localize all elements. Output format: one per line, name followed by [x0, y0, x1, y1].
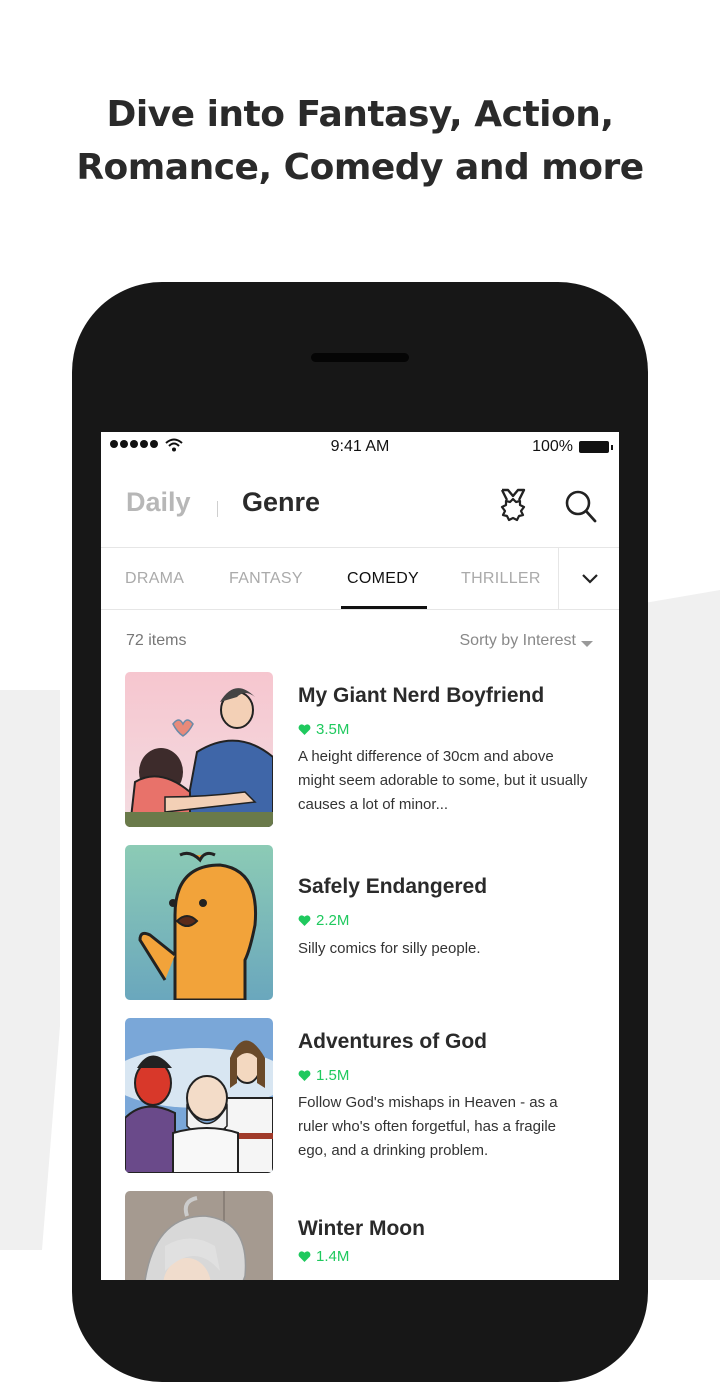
tab-genre[interactable]: Genre — [242, 487, 320, 518]
medal-icon[interactable] — [495, 486, 531, 526]
sort-dropdown[interactable]: Sorty by Interest — [460, 632, 577, 650]
list-item[interactable]: Adventures of God 1.5M Follow God's mish… — [101, 1018, 619, 1191]
tab-fantasy[interactable]: FANTASY — [229, 570, 303, 588]
item-likes: 1.4M — [298, 1248, 349, 1265]
thumbnail-my-giant-nerd-boyfriend — [125, 672, 273, 827]
item-likes: 1.5M — [298, 1067, 349, 1084]
likes-count: 1.4M — [316, 1248, 350, 1265]
likes-count: 1.5M — [316, 1067, 350, 1084]
headline-line-2: Romance, Comedy and more — [76, 147, 644, 188]
battery-icon — [579, 441, 613, 453]
phone-screen: 9:41 AM 100% Daily Genre DRAMA FANTASY C… — [101, 432, 619, 1280]
active-tab-indicator — [341, 606, 427, 609]
tab-thriller[interactable]: THRILLER — [461, 570, 541, 588]
promo-headline: Dive into Fantasy, Action, Romance, Come… — [0, 88, 720, 194]
tab-daily[interactable]: Daily — [126, 487, 191, 518]
item-title[interactable]: My Giant Nerd Boyfriend — [298, 684, 544, 708]
chevron-down-icon — [581, 573, 598, 584]
search-icon[interactable] — [562, 486, 600, 526]
tab-comedy[interactable]: COMEDY — [347, 570, 419, 588]
likes-count: 2.2M — [316, 912, 350, 929]
heart-icon — [298, 723, 311, 735]
caret-down-icon[interactable] — [581, 641, 593, 647]
list-item[interactable]: Safely Endangered 2.2M Silly comics for … — [101, 845, 619, 1018]
item-likes: 2.2M — [298, 912, 349, 929]
item-title[interactable]: Safely Endangered — [298, 875, 487, 899]
item-count: 72 items — [126, 632, 187, 649]
thumbnail-winter-moon — [125, 1191, 273, 1280]
background-shape-right — [640, 590, 720, 1280]
thumbnail-safely-endangered — [125, 845, 273, 1000]
status-bar: 9:41 AM 100% — [101, 432, 619, 464]
more-genres-button[interactable] — [558, 548, 619, 609]
background-shape-left — [0, 690, 60, 1250]
likes-count: 3.5M — [316, 721, 350, 738]
headline-line-1: Dive into Fantasy, Action, — [106, 94, 614, 135]
list-toolbar: 72 items Sorty by Interest — [101, 610, 619, 672]
app-bar: Daily Genre — [101, 464, 619, 548]
list-item[interactable]: Winter Moon 1.4M — [101, 1191, 619, 1280]
heart-icon — [298, 914, 311, 926]
phone-speaker — [311, 353, 409, 362]
item-likes: 3.5M — [298, 721, 349, 738]
tab-drama[interactable]: DRAMA — [125, 570, 184, 588]
item-description: Follow God's mishaps in Heaven - as a ru… — [298, 1094, 558, 1159]
heart-icon — [298, 1250, 311, 1262]
genre-tabs: DRAMA FANTASY COMEDY THRILLER — [101, 548, 619, 610]
item-title[interactable]: Adventures of God — [298, 1030, 487, 1054]
battery-percent: 100% — [532, 438, 573, 455]
tab-separator — [217, 501, 218, 517]
item-description: Silly comics for silly people. — [298, 940, 481, 957]
item-title[interactable]: Winter Moon — [298, 1217, 425, 1241]
item-description: A height difference of 30cm and above mi… — [298, 748, 588, 813]
thumbnail-adventures-of-god — [125, 1018, 273, 1173]
heart-icon — [298, 1069, 311, 1081]
list-item[interactable]: My Giant Nerd Boyfriend 3.5M A height di… — [101, 672, 619, 845]
